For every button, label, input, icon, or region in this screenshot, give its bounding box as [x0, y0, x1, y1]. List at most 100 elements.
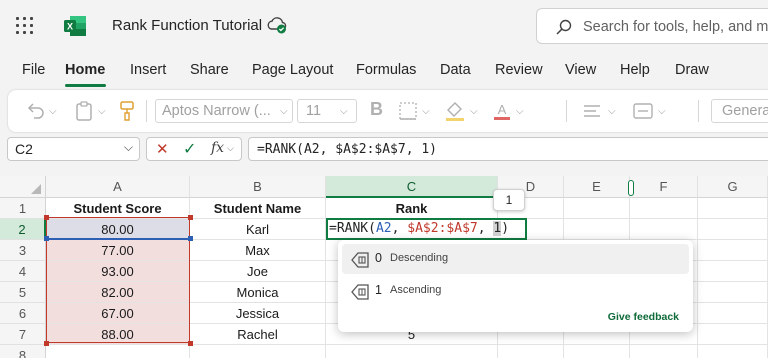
font-name-dropdown-icon[interactable]: ⌵	[280, 106, 288, 117]
number-format-select[interactable]: Genera	[711, 99, 768, 123]
row-header-8[interactable]: 8	[0, 345, 46, 358]
bold-icon[interactable]: B	[370, 99, 383, 121]
column-header-b[interactable]: B	[190, 176, 326, 198]
cell-b5[interactable]: Monica	[190, 282, 326, 303]
function-icon[interactable]: fx	[211, 140, 224, 156]
column-header-e[interactable]: E	[564, 176, 630, 198]
cell-c8[interactable]	[326, 345, 498, 358]
cell-a6[interactable]: 67.00	[46, 303, 190, 324]
font-size-dropdown-icon[interactable]: ⌵	[340, 106, 348, 117]
align-dropdown-icon[interactable]: ⌵	[608, 106, 616, 117]
cell-e1[interactable]	[564, 198, 630, 219]
row-header-4[interactable]: 4	[0, 261, 46, 282]
cell-g8[interactable]	[698, 345, 768, 358]
freeze-pane-handle[interactable]	[628, 180, 634, 196]
undo-icon[interactable]	[24, 100, 46, 122]
enter-icon[interactable]: ✓	[183, 139, 196, 159]
row-header-2[interactable]: 2	[0, 219, 46, 240]
select-all-corner[interactable]	[0, 176, 46, 198]
excel-logo-icon[interactable]: X	[63, 15, 87, 37]
column-header-f[interactable]: F	[630, 176, 698, 198]
document-title[interactable]: Rank Function Tutorial	[112, 17, 262, 34]
cell-g3[interactable]	[698, 240, 768, 261]
cell-b8[interactable]	[190, 345, 326, 358]
row-header-5[interactable]: 5	[0, 282, 46, 303]
cell-b2[interactable]: Karl	[190, 219, 326, 240]
tab-share[interactable]: Share	[190, 62, 229, 78]
column-header-a[interactable]: A	[46, 176, 190, 198]
tab-formulas[interactable]: Formulas	[356, 62, 416, 78]
tab-draw[interactable]: Draw	[675, 62, 709, 78]
app-launcher-icon[interactable]	[16, 17, 34, 35]
cell-g6[interactable]	[698, 303, 768, 324]
name-box[interactable]: C2 ⌵	[7, 137, 140, 161]
cell-a3[interactable]: 77.00	[46, 240, 190, 261]
wrap-icon[interactable]	[632, 100, 654, 122]
cancel-icon[interactable]: ✕	[156, 140, 169, 158]
range-handle[interactable]	[188, 215, 193, 220]
search-box[interactable]: Search for tools, help, and m	[536, 8, 768, 44]
font-size-select[interactable]: 11	[297, 99, 357, 123]
cell-a1[interactable]: Student Score	[46, 198, 190, 219]
cell-e2[interactable]	[564, 219, 630, 240]
autocomplete-item-ascending[interactable]: 1 Ascending	[342, 276, 689, 306]
range-handle[interactable]	[44, 236, 49, 241]
cell-g1[interactable]	[698, 198, 768, 219]
fill-color-dropdown-icon[interactable]: ⌵	[470, 106, 478, 117]
cell-a7[interactable]: 88.00	[46, 324, 190, 345]
function-dropdown-icon[interactable]: ⌵	[227, 143, 234, 154]
cell-b1[interactable]: Student Name	[190, 198, 326, 219]
cell-b4[interactable]: Joe	[190, 261, 326, 282]
format-painter-icon[interactable]	[118, 100, 136, 122]
font-color-dropdown-icon[interactable]: ⌵	[516, 106, 524, 117]
row-header-3[interactable]: 3	[0, 240, 46, 261]
give-feedback-link[interactable]: Give feedback	[608, 311, 679, 323]
paste-dropdown-icon[interactable]: ⌵	[98, 106, 106, 117]
clipboard-icon[interactable]	[74, 100, 94, 122]
cell-a4[interactable]: 93.00	[46, 261, 190, 282]
cell-g4[interactable]	[698, 261, 768, 282]
tab-insert[interactable]: Insert	[130, 62, 166, 78]
tab-view[interactable]: View	[565, 62, 596, 78]
range-handle[interactable]	[44, 215, 49, 220]
column-header-c[interactable]: C	[326, 176, 498, 198]
row-header-1[interactable]: 1	[0, 198, 46, 219]
cell-b7[interactable]: Rachel	[190, 324, 326, 345]
range-handle[interactable]	[188, 236, 193, 241]
tab-help[interactable]: Help	[620, 62, 650, 78]
tab-file[interactable]: File	[22, 62, 45, 78]
autocomplete-item-descending[interactable]: 0 Descending	[342, 244, 689, 274]
tab-page-layout[interactable]: Page Layout	[252, 62, 333, 78]
cell-c1[interactable]: Rank	[326, 198, 498, 219]
cell-b3[interactable]: Max	[190, 240, 326, 261]
borders-dropdown-icon[interactable]: ⌵	[422, 106, 430, 117]
cell-f8[interactable]	[630, 345, 698, 358]
tab-home[interactable]: Home	[65, 62, 105, 78]
range-handle[interactable]	[44, 341, 49, 346]
cell-a5[interactable]: 82.00	[46, 282, 190, 303]
cell-f2[interactable]	[630, 219, 698, 240]
cell-f1[interactable]	[630, 198, 698, 219]
cell-e8[interactable]	[564, 345, 630, 358]
column-header-g[interactable]: G	[698, 176, 768, 198]
align-icon[interactable]	[582, 100, 602, 122]
cloud-saved-icon[interactable]	[266, 15, 288, 35]
undo-dropdown-icon[interactable]: ⌵	[49, 106, 57, 117]
chevron-down-icon[interactable]: ⌵	[124, 140, 133, 155]
font-color-icon[interactable]: A	[492, 100, 512, 122]
cell-b6[interactable]: Jessica	[190, 303, 326, 324]
cell-g5[interactable]	[698, 282, 768, 303]
fill-color-icon[interactable]	[444, 100, 466, 122]
cell-d8[interactable]	[498, 345, 564, 358]
cell-a8[interactable]	[46, 345, 190, 358]
range-handle[interactable]	[188, 341, 193, 346]
tab-data[interactable]: Data	[440, 62, 471, 78]
cell-g2[interactable]	[698, 219, 768, 240]
row-header-6[interactable]: 6	[0, 303, 46, 324]
cell-g7[interactable]	[698, 324, 768, 345]
cell-c2-editor[interactable]: =RANK(A2, $A$2:$A$7, 1)	[326, 218, 527, 240]
wrap-dropdown-icon[interactable]: ⌵	[658, 106, 666, 117]
tab-review[interactable]: Review	[495, 62, 543, 78]
borders-icon[interactable]	[398, 100, 418, 122]
cell-a2[interactable]: 80.00	[46, 219, 190, 240]
